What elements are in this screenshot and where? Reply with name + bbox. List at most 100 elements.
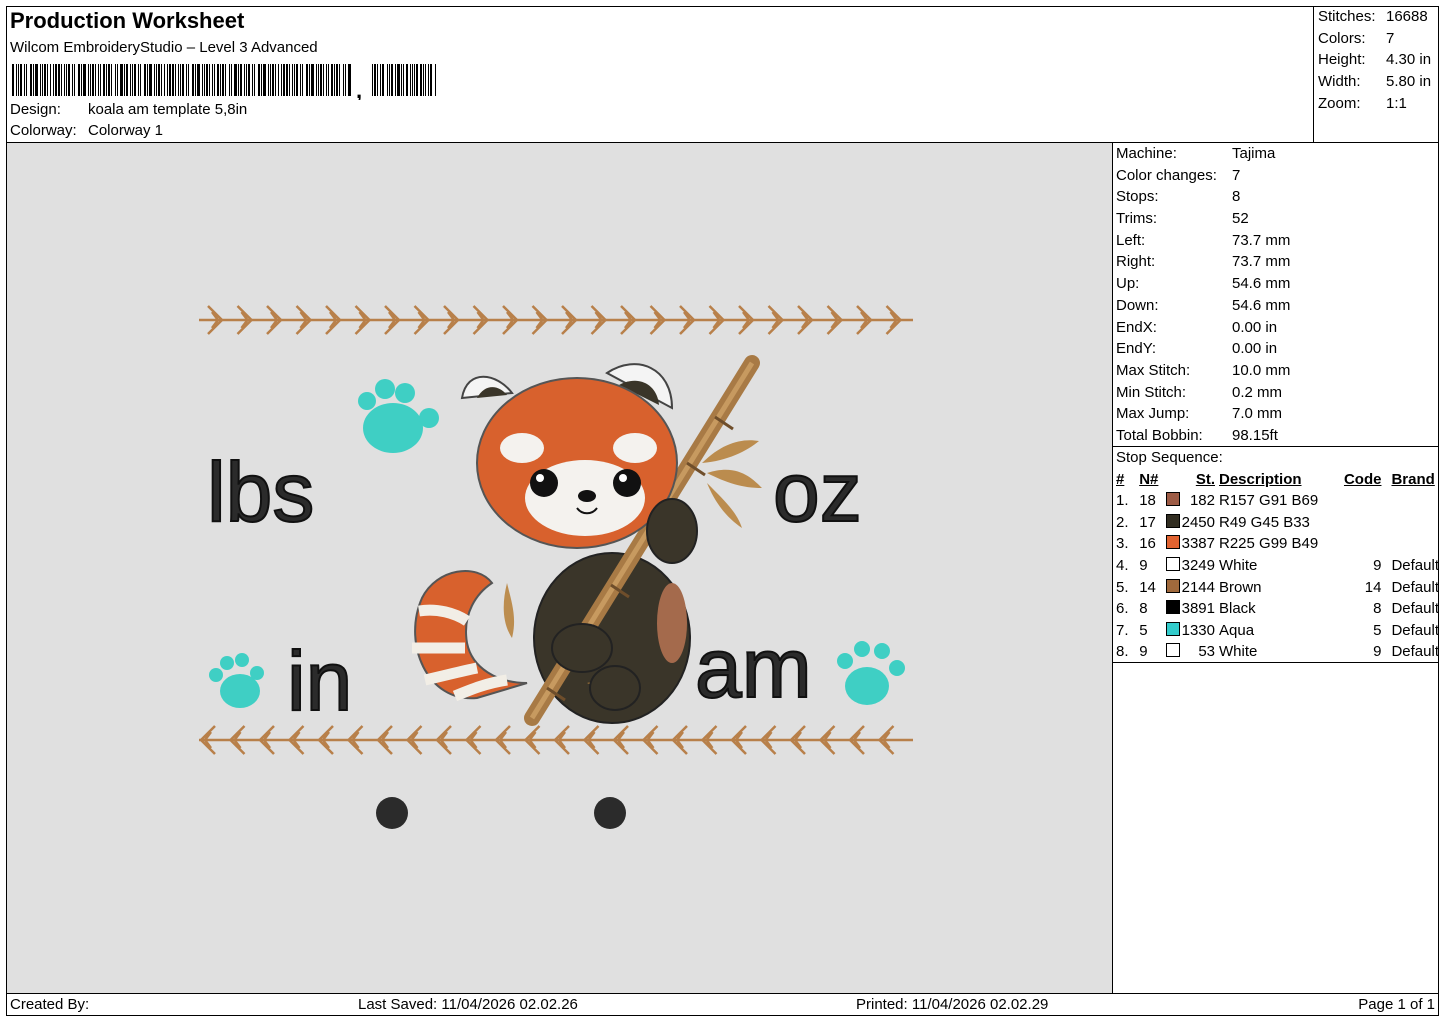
page-title: Production Worksheet — [10, 8, 245, 33]
barcode-bar — [24, 64, 25, 96]
row-stitches: 53 — [1198, 643, 1215, 661]
barcode-bar — [339, 64, 340, 96]
colorway-row: Colorway: Colorway 1 — [10, 122, 163, 139]
summary-panel: Stitches: 16688 Colors: 7 Height: 4.30 in W… — [1314, 6, 1439, 143]
barcode-bar — [124, 64, 125, 96]
barcode-bar — [294, 64, 295, 96]
barcode-bar — [158, 64, 160, 96]
summary-colors: Colors: 7 — [1318, 29, 1395, 47]
barcode-bar — [336, 64, 338, 96]
barcode-bar — [40, 64, 41, 96]
barcode-bar — [117, 64, 118, 96]
row-description: Aqua — [1219, 621, 1255, 639]
barcode-bar — [18, 64, 19, 96]
color-swatch — [1165, 641, 1181, 663]
barcode-bar — [326, 64, 327, 96]
barcode-bar — [58, 64, 60, 96]
row-stitches: 3387 — [1181, 535, 1215, 553]
barcode-bar — [217, 64, 219, 96]
barcode-bar — [263, 64, 266, 96]
barcode-bar — [202, 64, 203, 96]
prop-endy: EndY: 0.00 in — [1116, 340, 1278, 358]
row-stitches: 182 — [1189, 492, 1215, 510]
oz-text: oz — [773, 445, 862, 539]
barcode-bar — [416, 64, 418, 96]
barcode-bar — [300, 64, 301, 96]
worksheet-header: Production Worksheet Wilcom EmbroiderySt… — [6, 6, 1314, 143]
barcode-bar — [106, 64, 107, 96]
col-code: Code — [1343, 471, 1382, 488]
barcode-bar — [430, 64, 432, 96]
barcode-bar — [423, 64, 424, 96]
barcode-bar — [387, 64, 388, 96]
col-stitches: St. — [1195, 471, 1215, 488]
barcode-bar — [289, 64, 290, 96]
barcode-bar — [234, 64, 237, 96]
barcode-bar — [126, 64, 128, 96]
barcode-bar — [167, 64, 168, 96]
barcode-bar — [246, 64, 247, 96]
hole-marker-left — [376, 797, 408, 829]
barcode-bar — [401, 64, 402, 96]
row-needle: 9 — [1139, 557, 1148, 575]
barcode-bar — [389, 64, 390, 96]
barcode-bar — [318, 64, 319, 96]
barcode-bar — [283, 64, 285, 96]
prop-right: Right: 73.7 mm — [1116, 253, 1291, 271]
barcode-bar — [428, 64, 429, 96]
row-num: 6. — [1116, 600, 1129, 618]
software-name: Wilcom EmbroideryStudio – Level 3 Advanc… — [10, 39, 318, 56]
barcode-bar — [138, 64, 139, 96]
barcode-bar — [42, 64, 43, 96]
barcode-bar — [186, 64, 187, 96]
barcode-bar — [244, 64, 245, 96]
barcode-bar — [309, 64, 310, 96]
barcode-bar — [115, 64, 116, 96]
barcode-bar — [103, 64, 105, 96]
summary-stitches: Stitches: 16688 — [1318, 8, 1428, 25]
row-brand: Default — [1391, 600, 1439, 618]
barcode-bar — [120, 64, 123, 96]
color-swatch — [1165, 598, 1181, 620]
barcode-bar — [134, 64, 136, 96]
barcode-bar — [414, 64, 415, 96]
row-num: 5. — [1116, 578, 1129, 596]
barcode-bar — [182, 64, 184, 96]
summary-height: Height: 4.30 in — [1318, 51, 1432, 69]
barcode-bar — [50, 64, 51, 96]
barcode-bar — [231, 64, 232, 96]
row-description: R157 G91 B69 — [1219, 492, 1319, 510]
row-stitches: 1330 — [1181, 621, 1215, 639]
top-arrow-border — [199, 305, 913, 335]
row-stitches: 3249 — [1181, 557, 1215, 575]
row-brand: Default — [1391, 643, 1439, 661]
row-needle: 9 — [1139, 643, 1148, 661]
barcode-bar — [345, 64, 346, 96]
hole-marker-right — [594, 797, 626, 829]
stop-sequence-table: # N# St. Description Code Brand 1. 18 182 R… — [1113, 469, 1439, 663]
row-code: 8 — [1373, 600, 1382, 618]
colorway-value: Colorway 1 — [88, 122, 164, 139]
panda-head — [460, 363, 678, 549]
barcode-bar — [248, 64, 250, 96]
table-row: 8. 9 53 White 9 Default — [1113, 641, 1439, 663]
row-description: White — [1219, 643, 1258, 661]
barcode: , — [12, 64, 436, 100]
barcode-bar — [140, 64, 141, 96]
row-brand: Default — [1391, 557, 1439, 575]
barcode-bar — [334, 64, 335, 96]
barcode-bar — [331, 64, 333, 96]
machine-properties: Machine: Tajima Color changes: 7 Stops: 8 T… — [1113, 143, 1439, 447]
paw-print-bottom-right-icon — [837, 641, 905, 705]
prop-left: Left: 73.7 mm — [1116, 231, 1291, 249]
row-description: R49 G45 B33 — [1219, 513, 1310, 531]
barcode-bar — [252, 64, 253, 96]
barcode-bar — [420, 64, 422, 96]
barcode-bar — [278, 64, 279, 96]
row-num: 1. — [1116, 492, 1129, 510]
barcode-bar — [268, 64, 269, 96]
table-header-row: # N# St. Description Code Brand — [1113, 469, 1439, 490]
barcode-bar — [154, 64, 155, 96]
stop-sequence: Stop Sequence: # N# St. Description Code… — [1113, 447, 1439, 663]
barcode-bar — [306, 64, 308, 96]
